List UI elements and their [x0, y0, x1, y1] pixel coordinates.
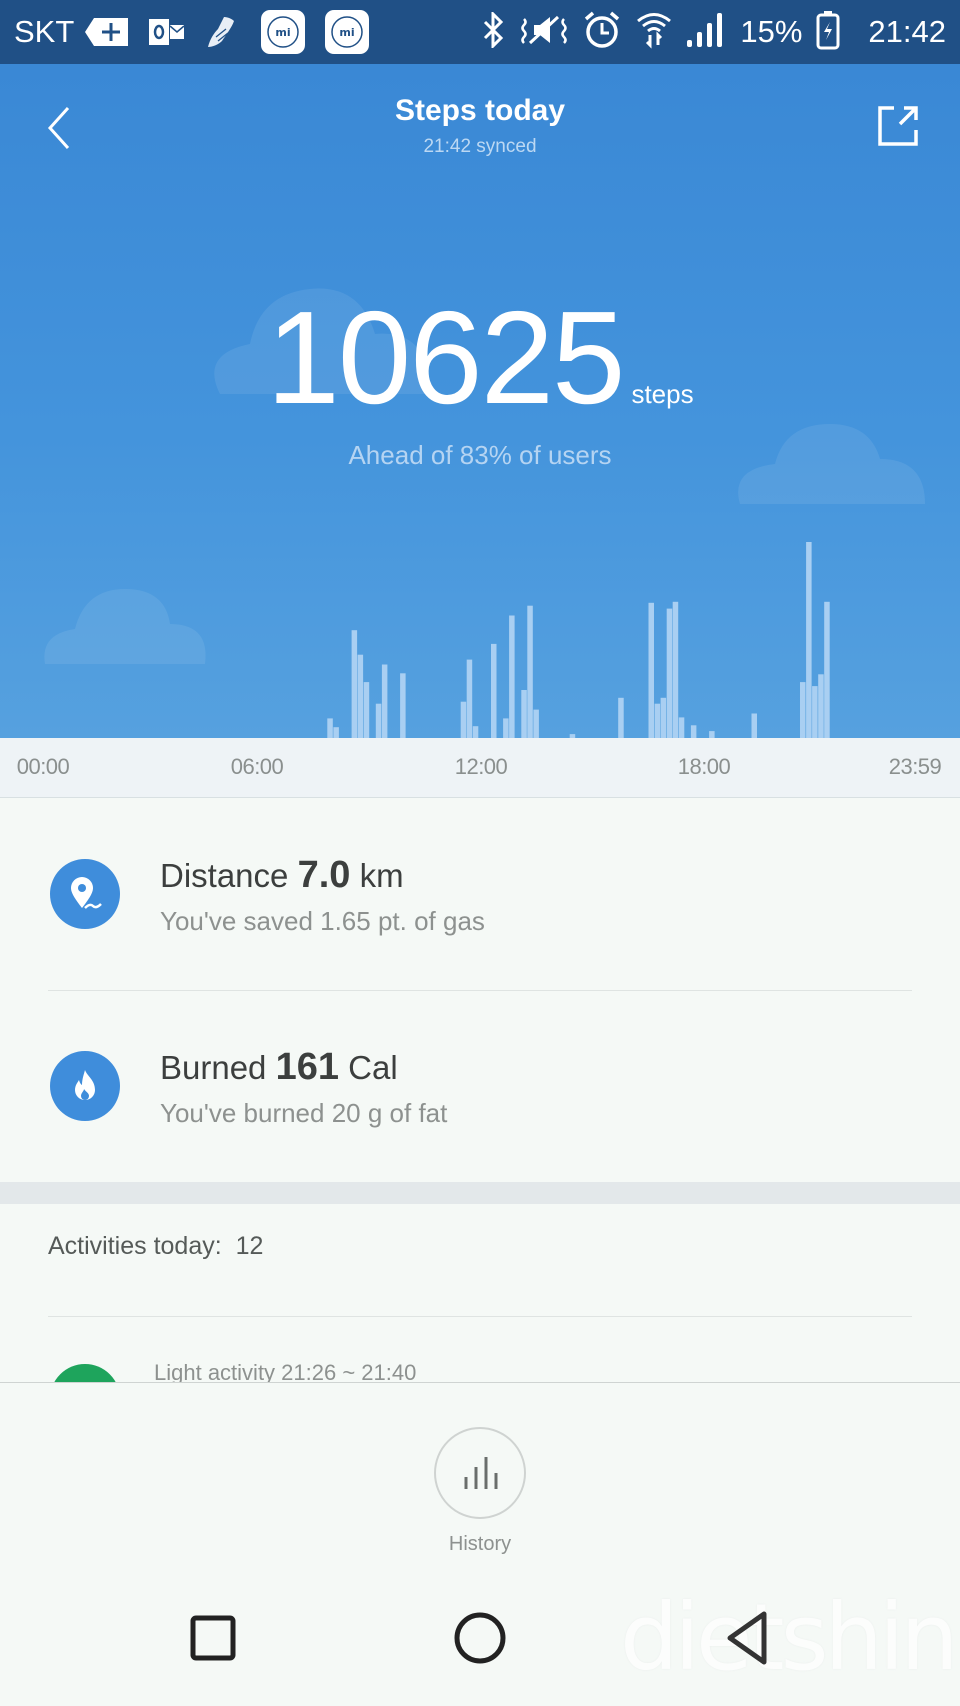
calories-value: 161	[275, 1046, 339, 1088]
distance-note: You've saved 1.65 pt. of gas	[160, 906, 485, 936]
vibrate-mute-icon	[520, 13, 568, 52]
chart-bar	[648, 602, 654, 738]
watermark: dietshin.com	[620, 1584, 960, 1691]
chart-bar	[327, 718, 333, 738]
history-button[interactable]	[434, 1427, 526, 1519]
activity-type-icon	[50, 1364, 120, 1382]
distance-value: 7.0	[297, 854, 351, 896]
calories-note: You've burned 20 g of fat	[160, 1098, 448, 1128]
circle-icon	[454, 1612, 506, 1664]
mi-fit-icon: mi	[324, 9, 370, 55]
chart-bar	[654, 703, 661, 738]
battery-percent: 15%	[740, 14, 803, 49]
chart-bar	[678, 717, 685, 738]
chart-bar	[400, 673, 406, 738]
x-tick-label: 18:00	[677, 754, 731, 779]
stats-section: Distance 7.0 km You've saved 1.65 pt. of…	[0, 798, 960, 1182]
distance-text: Distance 7.0 km	[160, 854, 404, 897]
x-tick-label: 12:00	[454, 754, 508, 779]
signal-icon	[686, 12, 726, 53]
x-tick-label: 00:00	[16, 754, 70, 779]
distance-row[interactable]: Distance 7.0 km You've saved 1.65 pt. of…	[0, 798, 960, 990]
bluetooth-icon	[482, 9, 506, 53]
status-clock: 21:42	[868, 14, 946, 49]
system-navigation-bar: dietshin.com	[0, 1566, 960, 1706]
chart-bar	[357, 654, 364, 738]
calories-row[interactable]: Burned 161 Cal You've burned 20 g of fat	[0, 990, 960, 1182]
steps-hero: Steps today 21:42 synced 10625 steps Ahea…	[0, 64, 960, 738]
chart-bar	[666, 608, 673, 738]
chart-bar	[660, 697, 667, 738]
bar-chart-icon	[464, 1457, 498, 1489]
add-notification-icon	[84, 17, 130, 47]
calories-label: Burned	[160, 1049, 267, 1086]
chart-bar	[812, 686, 818, 738]
chart-bar	[672, 601, 679, 738]
svg-text:mi: mi	[276, 26, 291, 39]
activity-label: Light activity 21:26 ~ 21:40	[154, 1360, 417, 1382]
activities-section: Activities today: 12 Light activity 21:2…	[0, 1204, 960, 1382]
chart-bar	[375, 703, 382, 738]
square-icon	[190, 1615, 236, 1661]
chart-bar	[509, 615, 515, 738]
shoe-icon	[204, 13, 242, 51]
back-nav-button[interactable]	[718, 1608, 778, 1668]
chart-bar	[491, 643, 497, 738]
svg-text:mi: mi	[340, 26, 355, 39]
distance-unit: km	[359, 857, 404, 894]
triangle-back-icon	[727, 1611, 767, 1665]
chart-bar	[363, 682, 370, 738]
chart-bar	[824, 601, 830, 738]
wifi-icon	[636, 11, 672, 54]
activities-count-value: 12	[235, 1232, 264, 1260]
carrier-label: SKT	[14, 14, 75, 49]
x-tick-label: 06:00	[230, 754, 284, 779]
chart-bar	[503, 718, 509, 738]
chart-bar	[460, 701, 467, 738]
bottom-bar: History	[0, 1382, 960, 1566]
battery-charging-icon	[816, 10, 840, 55]
activities-count: Activities today: 12	[48, 1232, 263, 1261]
mi-fit-icon: mi	[260, 9, 306, 55]
chart-bar	[818, 674, 824, 738]
section-gap	[0, 1182, 960, 1204]
history-label: History	[448, 1533, 512, 1555]
chart-bar	[533, 709, 539, 738]
location-pin-icon	[50, 859, 120, 929]
chart-bar	[466, 659, 473, 738]
home-button[interactable]	[450, 1608, 510, 1668]
chart-bar	[521, 690, 527, 738]
status-bar: SKT mi mi 15% 21:42	[0, 0, 960, 64]
flame-icon	[50, 1051, 120, 1121]
x-tick-label: 23:59	[888, 754, 942, 779]
chart-bar	[751, 713, 757, 738]
distance-label: Distance	[160, 857, 289, 894]
chart-bar	[806, 542, 812, 738]
calories-text: Burned 161 Cal	[160, 1046, 398, 1089]
chart-bar	[618, 697, 624, 738]
time-axis: 00:00 06:00 12:00 18:00 23:59	[0, 738, 960, 798]
divider	[48, 1316, 912, 1317]
chart-bar	[709, 731, 715, 738]
steps-bar-chart	[327, 542, 830, 738]
recents-button[interactable]	[183, 1608, 243, 1668]
calories-unit: Cal	[348, 1049, 398, 1086]
chart-bar	[472, 726, 479, 738]
alarm-icon	[582, 10, 622, 55]
outlook-icon	[148, 16, 186, 48]
chart-bar	[381, 664, 388, 738]
chart-bar	[690, 725, 697, 738]
chart-bar	[800, 682, 806, 738]
chart-bar	[333, 727, 339, 738]
chart-bar	[527, 605, 533, 738]
chart-bar	[351, 630, 358, 738]
activities-count-label: Activities today:	[48, 1232, 222, 1260]
